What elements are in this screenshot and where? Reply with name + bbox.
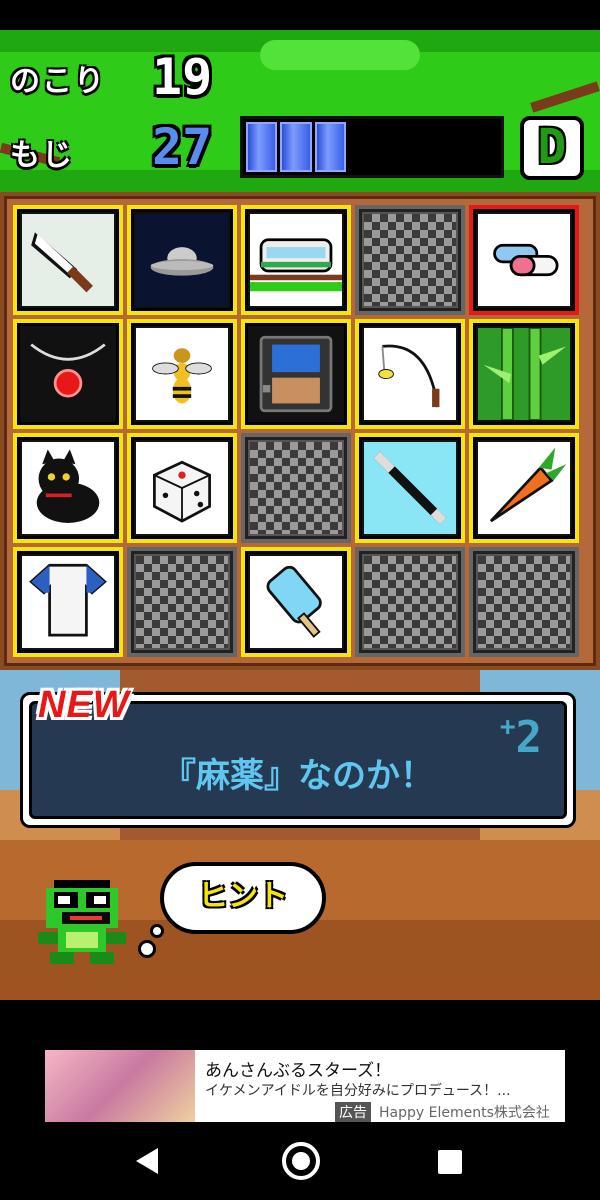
board-frame — [4, 196, 596, 666]
train-icon — [250, 238, 342, 292]
board-tile[interactable] — [13, 433, 123, 543]
tile-face — [476, 212, 572, 308]
gauge-segment — [246, 122, 278, 172]
canopy-highlight — [260, 40, 420, 70]
gauge-segment — [280, 122, 312, 172]
tile-face — [248, 326, 344, 422]
ad-title: あんさんぶるスターズ！ — [205, 1061, 392, 1081]
tile-face — [248, 554, 344, 650]
ad-label: 広告 — [335, 1102, 371, 1122]
tile-face — [476, 440, 572, 536]
remaining-label: のこり — [10, 64, 106, 99]
board-tile[interactable] — [241, 433, 351, 543]
board-tile[interactable] — [241, 319, 351, 429]
frog-character-icon[interactable] — [38, 880, 130, 964]
tile-face — [134, 212, 230, 308]
locked-tile-pattern — [476, 554, 572, 650]
item-board — [0, 192, 600, 670]
game-console-icon — [259, 335, 333, 413]
ad-thumbnail — [45, 1050, 195, 1122]
carrot-icon — [489, 447, 567, 523]
navigation-bar — [0, 1122, 600, 1200]
board-tile[interactable] — [13, 205, 123, 315]
board-tile[interactable] — [355, 319, 465, 429]
tile-face — [476, 326, 572, 422]
item-grid — [13, 205, 579, 657]
home-icon[interactable] — [282, 1142, 320, 1180]
board-tile[interactable] — [355, 205, 465, 315]
locked-tile-pattern — [362, 212, 458, 308]
recent-apps-icon[interactable] — [438, 1150, 462, 1174]
hint-button[interactable]: ヒント — [160, 862, 326, 934]
thought-dot — [150, 924, 164, 938]
tile-face — [362, 326, 458, 422]
popsicle-icon — [266, 565, 322, 638]
gauge-segment — [470, 122, 498, 172]
locked-tile-pattern — [134, 554, 230, 650]
message-scene: 『麻薬』なのか！ +2 NEW ヒント — [0, 670, 600, 1000]
dice-icon — [153, 460, 211, 523]
score-gain-value: 2 — [515, 712, 543, 763]
board-tile[interactable] — [127, 205, 237, 315]
score-gain-sign: + — [499, 712, 516, 742]
gauge-segment — [409, 122, 438, 172]
shirt-icon — [29, 563, 107, 637]
board-tile[interactable] — [241, 205, 351, 315]
message-text: 『麻薬』なのか！ — [162, 756, 434, 796]
tile-face — [248, 212, 344, 308]
ad-advertiser: Happy Elements株式会社 — [379, 1105, 550, 1121]
gauge-segment — [349, 122, 377, 172]
gauge-segment — [440, 122, 468, 172]
status-bar — [0, 0, 600, 30]
board-tile[interactable] — [469, 205, 579, 315]
black-cat-icon — [36, 449, 100, 523]
board-tile[interactable] — [127, 319, 237, 429]
new-badge: NEW — [38, 684, 130, 726]
thought-dot — [138, 940, 156, 958]
board-tile[interactable] — [355, 433, 465, 543]
knife-icon — [31, 232, 93, 293]
remaining-count: 19 — [152, 48, 213, 106]
progress-gauge — [240, 116, 504, 178]
score-gain: +2 — [500, 712, 542, 763]
ad-banner[interactable]: あんさんぶるスターズ！ イケメンアイドルを自分好みにプロデュース！... 広告 … — [45, 1050, 565, 1122]
branch — [530, 81, 600, 113]
bamboo-icon — [483, 328, 567, 420]
locked-tile-pattern — [248, 440, 344, 536]
board-tile[interactable] — [13, 319, 123, 429]
hud-panel: のこり 19 もじ 27 D — [0, 30, 600, 192]
board-tile[interactable] — [469, 547, 579, 657]
gauge-segment — [379, 122, 407, 172]
chars-label: もじ — [10, 138, 74, 173]
locked-tile-pattern — [362, 554, 458, 650]
chars-count: 27 — [152, 118, 213, 176]
fishing-rod-icon — [378, 344, 440, 408]
board-tile[interactable] — [469, 319, 579, 429]
tile-face — [134, 326, 230, 422]
board-tile[interactable] — [241, 547, 351, 657]
board-tile[interactable] — [127, 547, 237, 657]
tile-face — [20, 212, 116, 308]
tile-face — [20, 326, 116, 422]
back-icon[interactable] — [136, 1148, 158, 1174]
tile-face — [20, 440, 116, 536]
tile-face — [362, 440, 458, 536]
pendant-necklace-icon — [30, 343, 106, 398]
tile-face — [20, 554, 116, 650]
capsule-pill-icon — [493, 243, 559, 277]
board-tile[interactable] — [355, 547, 465, 657]
gauge-segment — [314, 122, 347, 172]
board-tile[interactable] — [127, 433, 237, 543]
board-tile[interactable] — [469, 433, 579, 543]
rank-badge: D — [520, 116, 584, 180]
ad-description: イケメンアイドルを自分好みにプロデュース！... — [205, 1083, 511, 1099]
wasp-icon — [152, 348, 212, 404]
stick-icon — [373, 451, 447, 525]
board-tile[interactable] — [13, 547, 123, 657]
tile-face — [134, 440, 230, 536]
ufo-icon — [150, 247, 214, 276]
